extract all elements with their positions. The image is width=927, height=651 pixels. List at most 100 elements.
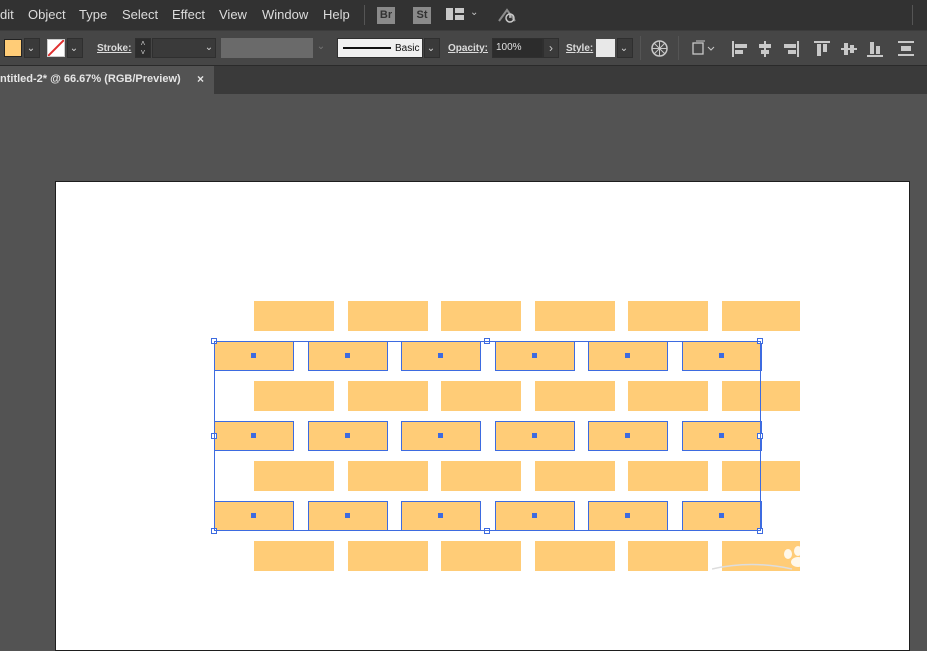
- chevron-down-icon[interactable]: ⌄: [315, 37, 327, 57]
- toolbar-divider: [678, 36, 679, 60]
- menu-divider: [364, 5, 365, 25]
- distribute-vertical-icon[interactable]: [897, 40, 915, 58]
- brick[interactable]: [721, 301, 800, 331]
- menu-effect[interactable]: Effect: [172, 7, 205, 22]
- brick[interactable]: [628, 461, 708, 491]
- menu-object[interactable]: Object: [28, 7, 66, 22]
- center-point: [625, 513, 630, 518]
- brick[interactable]: [441, 301, 521, 331]
- control-bar: ⌄ ⌄ Stroke: ˄ ˅ ⌄ ⌄ Basic ⌄ Opacity: 100%…: [0, 30, 927, 66]
- brick[interactable]: [721, 381, 800, 411]
- center-point: [718, 353, 724, 358]
- center-point: [251, 513, 256, 518]
- bounding-box-handle[interactable]: [757, 433, 763, 439]
- stroke-weight-stepper[interactable]: ˄ ˅: [135, 38, 151, 58]
- style-dropdown[interactable]: ⌄: [617, 38, 633, 58]
- center-point: [718, 433, 724, 438]
- brush-definition[interactable]: Basic: [337, 38, 423, 58]
- center-point: [531, 353, 537, 358]
- bounding-box-handle[interactable]: [757, 338, 763, 344]
- workspace-layout-icon[interactable]: [446, 8, 464, 23]
- bounding-box-handle[interactable]: [211, 433, 217, 439]
- brick[interactable]: [347, 461, 428, 491]
- brick[interactable]: [441, 541, 521, 571]
- brick[interactable]: [254, 301, 334, 331]
- align-right-icon[interactable]: [782, 40, 800, 58]
- chevron-right-icon[interactable]: ›: [543, 38, 559, 58]
- align-top-icon[interactable]: [813, 40, 831, 58]
- brush-dropdown[interactable]: ⌄: [424, 38, 440, 58]
- center-point: [625, 433, 630, 438]
- variable-width-profile[interactable]: [221, 38, 313, 58]
- chevron-down-icon[interactable]: ⌄: [470, 7, 478, 18]
- brick[interactable]: [628, 301, 708, 331]
- chevron-down-icon: ⌄: [69, 43, 79, 54]
- brick[interactable]: [441, 381, 521, 411]
- center-point: [718, 513, 724, 518]
- stroke-none-swatch[interactable]: [47, 39, 65, 57]
- bounding-box-handle[interactable]: [211, 338, 217, 344]
- gpu-performance-icon[interactable]: [497, 7, 517, 26]
- bounding-box-handle[interactable]: [484, 338, 490, 344]
- menu-divider: [912, 5, 913, 25]
- center-point: [438, 433, 443, 438]
- align-bottom-icon[interactable]: [866, 40, 884, 58]
- align-center-icon[interactable]: [756, 40, 774, 58]
- brick[interactable]: [534, 301, 615, 331]
- artboard[interactable]: [55, 181, 910, 651]
- brick[interactable]: [534, 541, 615, 571]
- brick[interactable]: [347, 541, 428, 571]
- center-point: [531, 433, 537, 438]
- menu-bar: dit Object Type Select Effect View Windo…: [0, 0, 927, 30]
- align-middle-icon[interactable]: [840, 40, 858, 58]
- menu-window[interactable]: Window: [262, 7, 308, 22]
- stock-button[interactable]: St: [413, 7, 431, 24]
- transform-icon[interactable]: [692, 40, 716, 59]
- brick[interactable]: [347, 381, 428, 411]
- brick[interactable]: [347, 301, 428, 331]
- document-tab-title: ntitled-2* @ 66.67% (RGB/Preview): [0, 73, 181, 85]
- menu-select[interactable]: Select: [122, 7, 158, 22]
- chevron-down-icon: ⌄: [26, 43, 36, 54]
- chevron-down-icon: ⌄: [619, 43, 629, 54]
- chevron-down-icon: ⌄: [204, 42, 214, 53]
- brick[interactable]: [254, 541, 334, 571]
- brick[interactable]: [254, 461, 334, 491]
- brick[interactable]: [628, 541, 708, 571]
- chevron-down-icon: ⌄: [426, 43, 436, 54]
- menu-view[interactable]: View: [219, 7, 247, 22]
- brick[interactable]: [254, 381, 334, 411]
- bounding-box-handle[interactable]: [484, 528, 490, 534]
- bounding-box-handle[interactable]: [211, 528, 217, 534]
- center-point: [438, 513, 443, 518]
- stroke-weight-field[interactable]: ⌄: [152, 38, 216, 58]
- brick[interactable]: [721, 461, 800, 491]
- brush-name: Basic: [395, 43, 420, 54]
- document-tab[interactable]: ntitled-2* @ 66.67% (RGB/Preview) ×: [0, 66, 214, 94]
- bounding-box-handle[interactable]: [757, 528, 763, 534]
- align-left-icon[interactable]: [731, 40, 749, 58]
- center-point: [251, 433, 256, 438]
- close-icon[interactable]: ×: [197, 72, 204, 86]
- center-point: [625, 353, 630, 358]
- toolbar-divider: [640, 36, 641, 60]
- graphic-style-swatch[interactable]: [596, 39, 615, 57]
- menu-edit[interactable]: dit: [0, 7, 14, 22]
- fill-color-swatch[interactable]: [4, 39, 22, 57]
- menu-help[interactable]: Help: [323, 7, 350, 22]
- brick[interactable]: [534, 381, 615, 411]
- menu-type[interactable]: Type: [79, 7, 107, 22]
- center-point: [344, 433, 350, 438]
- brick[interactable]: [441, 461, 521, 491]
- bridge-button[interactable]: Br: [377, 7, 395, 24]
- document-tab-bar: ntitled-2* @ 66.67% (RGB/Preview) ×: [0, 66, 927, 94]
- brick[interactable]: [534, 461, 615, 491]
- stroke-dropdown[interactable]: ⌄: [67, 38, 83, 58]
- opacity-field[interactable]: 100%: [492, 38, 543, 58]
- center-point: [438, 353, 443, 358]
- stroke-label: Stroke:: [97, 43, 132, 54]
- brick[interactable]: [628, 381, 708, 411]
- recolor-artwork-icon[interactable]: [651, 40, 668, 60]
- fill-dropdown[interactable]: ⌄: [24, 38, 40, 58]
- watermark-logo: [711, 540, 822, 575]
